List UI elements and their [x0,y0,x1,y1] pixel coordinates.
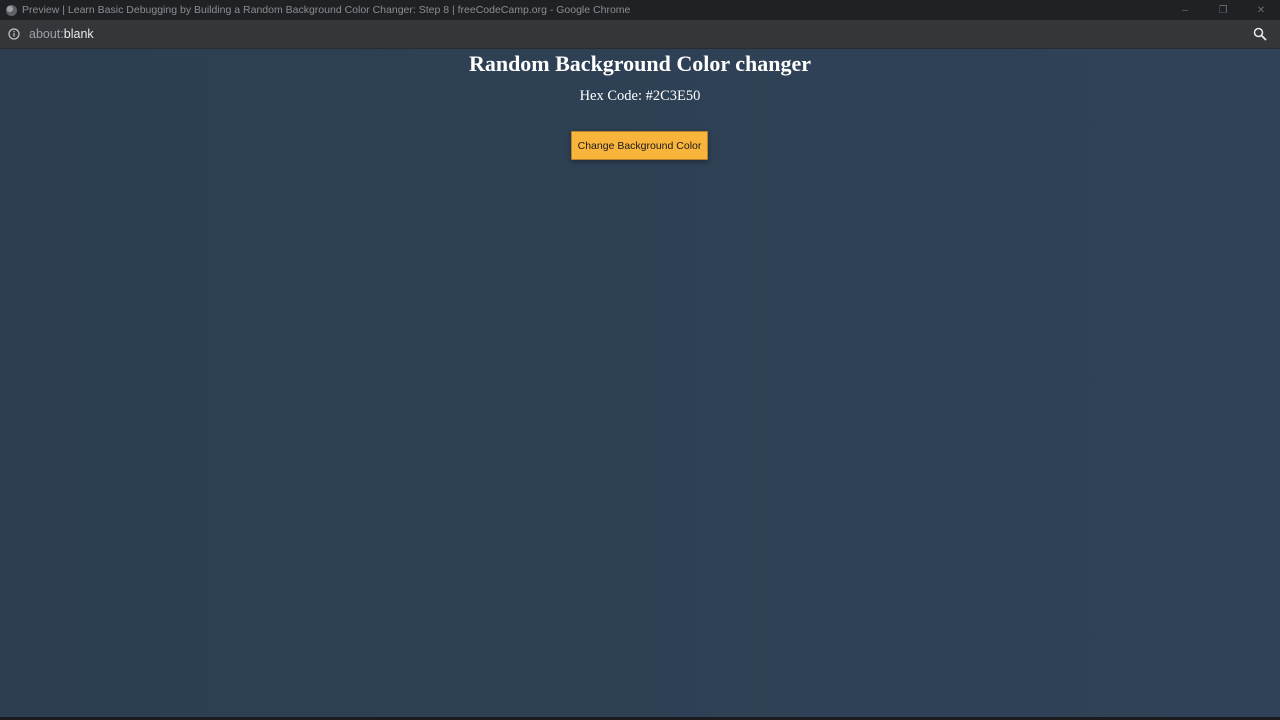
url-scheme: about: [29,27,64,41]
browser-window: Preview | Learn Basic Debugging by Build… [0,0,1280,720]
hex-code-value: #2C3E50 [645,88,701,104]
minimize-button[interactable]: – [1166,0,1204,20]
chrome-icon [6,4,17,16]
page-viewport: Random Background Color changer Hex Code… [0,49,1280,717]
info-icon[interactable] [8,28,20,40]
window-controls: – ❐ ✕ [1166,0,1280,20]
address-bar[interactable]: about:blank [0,20,1280,49]
title-bar: Preview | Learn Basic Debugging by Build… [0,0,1280,20]
url-path: blank [63,27,94,41]
change-background-button[interactable]: Change Background Color [571,131,708,160]
close-button[interactable]: ✕ [1242,0,1280,20]
window-title: Preview | Learn Basic Debugging by Build… [22,4,631,16]
page-title: Random Background Color changer [468,51,812,76]
hex-code-line: Hex Code: #2C3E50 [0,87,1280,105]
hex-code-label: Hex Code: [579,88,646,104]
restore-button[interactable]: ❐ [1204,0,1242,20]
url-text[interactable]: about:blank [29,27,94,41]
zoom-icon[interactable] [1253,27,1267,41]
